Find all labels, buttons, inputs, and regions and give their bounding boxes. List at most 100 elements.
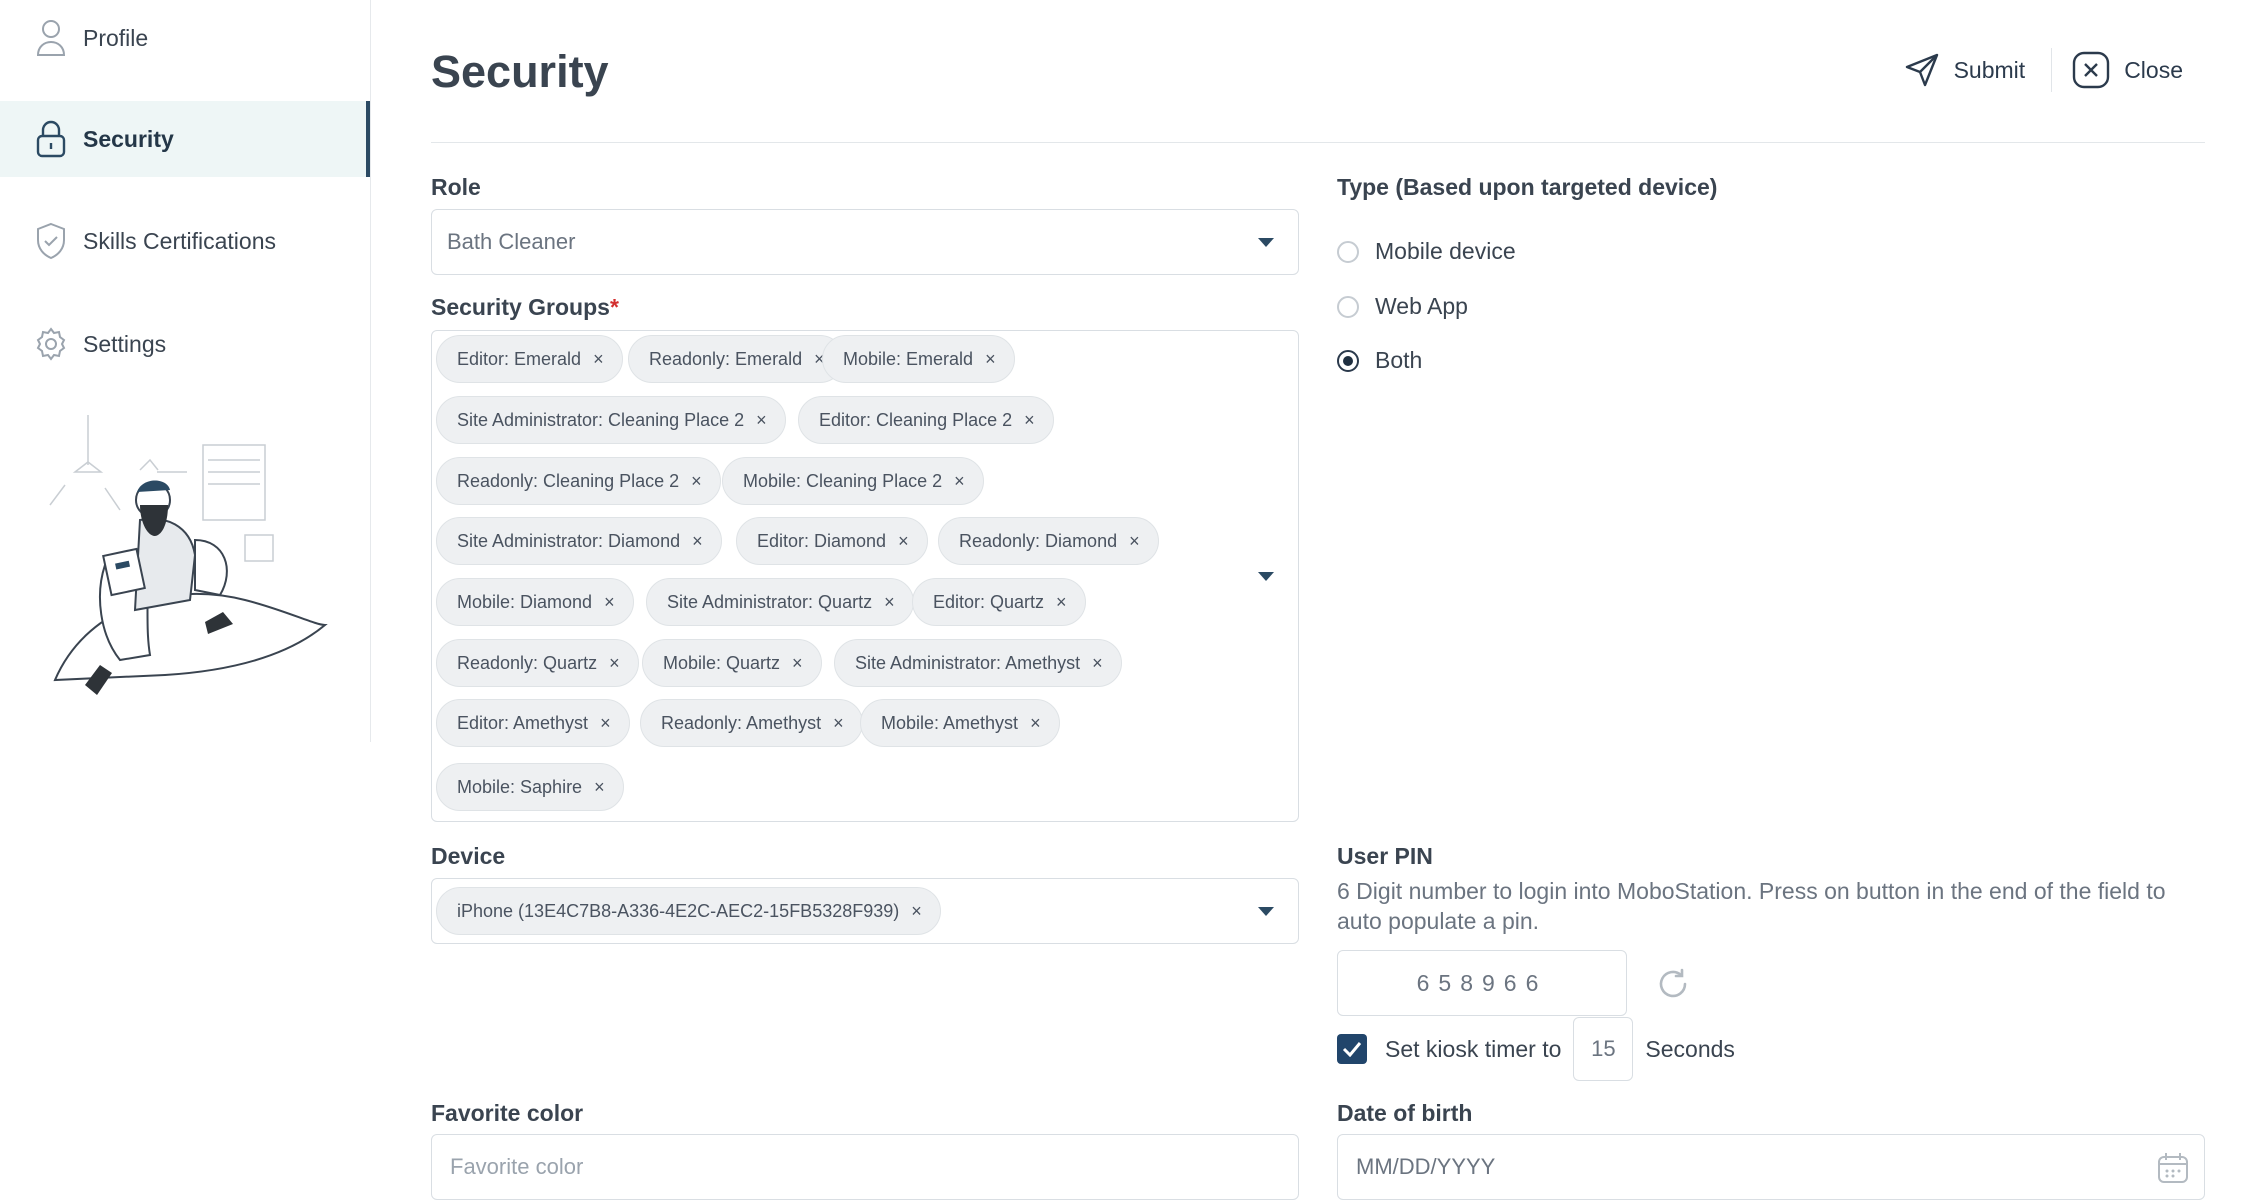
chip-label: Readonly: Quartz <box>457 653 598 673</box>
radio-button-checked[interactable] <box>1337 349 1359 372</box>
remove-icon[interactable]: × <box>954 457 965 505</box>
refresh-icon[interactable] <box>1656 967 1690 1006</box>
remove-icon[interactable]: × <box>1129 517 1140 565</box>
sidebar: Profile Security Skills Certifications S… <box>0 0 371 742</box>
security-group-chip: Mobile: Amethyst × <box>860 699 1060 747</box>
remove-icon[interactable]: × <box>898 517 909 565</box>
radio-button[interactable] <box>1337 240 1359 263</box>
remove-icon[interactable]: × <box>691 457 702 505</box>
security-group-chip: Site Administrator: Quartz × <box>646 578 914 626</box>
security-group-chip: Readonly: Quartz × <box>436 639 639 687</box>
header-divider <box>431 142 2205 143</box>
chip-label: Site Administrator: Amethyst <box>855 653 1081 673</box>
date-of-birth-input[interactable]: MM/DD/YYYY <box>1337 1134 2205 1200</box>
sidebar-item-profile[interactable]: Profile <box>0 0 370 76</box>
close-icon <box>2072 51 2110 89</box>
chip-label: Site Administrator: Diamond <box>457 531 681 551</box>
user-pin-label: User PIN <box>1337 843 1433 869</box>
chip-label: Editor: Quartz <box>933 592 1045 612</box>
remove-icon[interactable]: × <box>609 639 620 687</box>
remove-icon[interactable]: × <box>1056 578 1067 626</box>
remove-icon[interactable]: × <box>600 699 611 747</box>
date-placeholder: MM/DD/YYYY <box>1356 1154 1496 1179</box>
chip-label: Readonly: Diamond <box>959 531 1118 551</box>
security-group-chip: Mobile: Emerald × <box>822 335 1015 383</box>
role-label: Role <box>431 174 481 200</box>
user-pin-input[interactable]: 658966 <box>1337 950 1627 1016</box>
calendar-icon[interactable] <box>2156 1151 2190 1185</box>
chip-label: Mobile: Saphire <box>457 777 583 797</box>
close-button[interactable]: Close <box>2072 51 2183 89</box>
remove-icon[interactable]: × <box>756 396 767 444</box>
kiosk-suffix: Seconds <box>1645 1035 1735 1062</box>
security-group-chip: Editor: Cleaning Place 2 × <box>798 396 1054 444</box>
sidebar-item-label: Settings <box>83 330 167 357</box>
chip-label: Mobile: Diamond <box>457 592 593 612</box>
submit-button[interactable]: Submit <box>1904 52 2026 88</box>
gear-icon <box>33 324 69 364</box>
security-group-chip: Site Administrator: Cleaning Place 2 × <box>436 396 786 444</box>
security-group-chip: Site Administrator: Diamond × <box>436 517 722 565</box>
radio-label: Both <box>1375 347 1423 373</box>
page-title: Security <box>431 46 609 97</box>
chip-label: iPhone (13E4C7B8-A336-4E2C-AEC2-15FB5328… <box>457 901 900 921</box>
sidebar-item-label: Skills Certifications <box>83 227 276 254</box>
chip-label: Mobile: Cleaning Place 2 <box>743 471 943 491</box>
header-actions: Submit Close <box>1904 48 2183 92</box>
device-label: Device <box>431 843 506 869</box>
security-groups-select[interactable]: Editor: Emerald × Readonly: Emerald × Mobile… <box>431 330 1299 822</box>
remove-icon[interactable]: × <box>985 335 996 383</box>
sidebar-item-label: Security <box>83 125 174 152</box>
remove-icon[interactable]: × <box>1024 396 1035 444</box>
chip-label: Mobile: Quartz <box>663 653 781 673</box>
sidebar-item-label: Profile <box>83 24 149 51</box>
checkmark-icon <box>1342 1042 1362 1057</box>
remove-icon[interactable]: × <box>593 335 604 383</box>
radio-mobile-device[interactable]: Mobile device <box>1337 238 1516 265</box>
security-group-chip: Readonly: Cleaning Place 2 × <box>436 457 721 505</box>
chip-label: Mobile: Emerald <box>843 349 974 369</box>
remove-icon[interactable]: × <box>1030 699 1041 747</box>
remove-icon[interactable]: × <box>594 763 605 811</box>
remove-icon[interactable]: × <box>884 578 895 626</box>
radio-web-app[interactable]: Web App <box>1337 293 1468 320</box>
kiosk-checkbox[interactable] <box>1337 1034 1367 1064</box>
security-group-chip: Editor: Amethyst × <box>436 699 630 747</box>
security-groups-label: Security Groups* <box>431 294 619 321</box>
remove-icon[interactable]: × <box>911 887 922 935</box>
chip-label: Editor: Cleaning Place 2 <box>819 410 1013 430</box>
security-group-chip: Readonly: Amethyst × <box>640 699 863 747</box>
chip-label: Editor: Emerald <box>457 349 582 369</box>
security-group-chip: Site Administrator: Amethyst × <box>834 639 1122 687</box>
favorite-color-input[interactable]: Favorite color <box>431 1134 1299 1200</box>
device-chip: iPhone (13E4C7B8-A336-4E2C-AEC2-15FB5328… <box>436 887 941 935</box>
kiosk-prefix: Set kiosk timer to <box>1385 1035 1562 1062</box>
sidebar-item-settings[interactable]: Settings <box>0 306 370 382</box>
chip-label: Readonly: Cleaning Place 2 <box>457 471 680 491</box>
remove-icon[interactable]: × <box>692 517 703 565</box>
role-select[interactable]: Bath Cleaner <box>431 209 1299 275</box>
radio-both[interactable]: Both <box>1337 347 1422 374</box>
kiosk-timer-input[interactable]: 15 <box>1573 1017 1634 1081</box>
security-group-chip: Editor: Diamond × <box>736 517 928 565</box>
chip-label: Site Administrator: Quartz <box>667 592 873 612</box>
device-select[interactable]: iPhone (13E4C7B8-A336-4E2C-AEC2-15FB5328… <box>431 878 1299 944</box>
type-label: Type (Based upon targeted device) <box>1337 174 1718 200</box>
remove-icon[interactable]: × <box>1092 639 1103 687</box>
user-icon <box>33 18 69 58</box>
security-group-chip: Readonly: Emerald × <box>628 335 844 383</box>
remove-icon[interactable]: × <box>833 699 844 747</box>
sidebar-item-skills-certifications[interactable]: Skills Certifications <box>0 203 370 279</box>
chevron-down-icon <box>1258 238 1274 247</box>
radio-label: Mobile device <box>1375 238 1516 264</box>
role-value: Bath Cleaner <box>447 229 576 254</box>
security-group-chip: Mobile: Quartz × <box>642 639 822 687</box>
close-label: Close <box>2124 56 2183 83</box>
remove-icon[interactable]: × <box>604 578 615 626</box>
security-group-chip: Mobile: Cleaning Place 2 × <box>722 457 984 505</box>
remove-icon[interactable]: × <box>792 639 803 687</box>
sidebar-item-security[interactable]: Security <box>0 101 370 177</box>
submit-label: Submit <box>1953 56 2026 83</box>
radio-button[interactable] <box>1337 295 1359 318</box>
chip-label: Editor: Diamond <box>757 531 887 551</box>
